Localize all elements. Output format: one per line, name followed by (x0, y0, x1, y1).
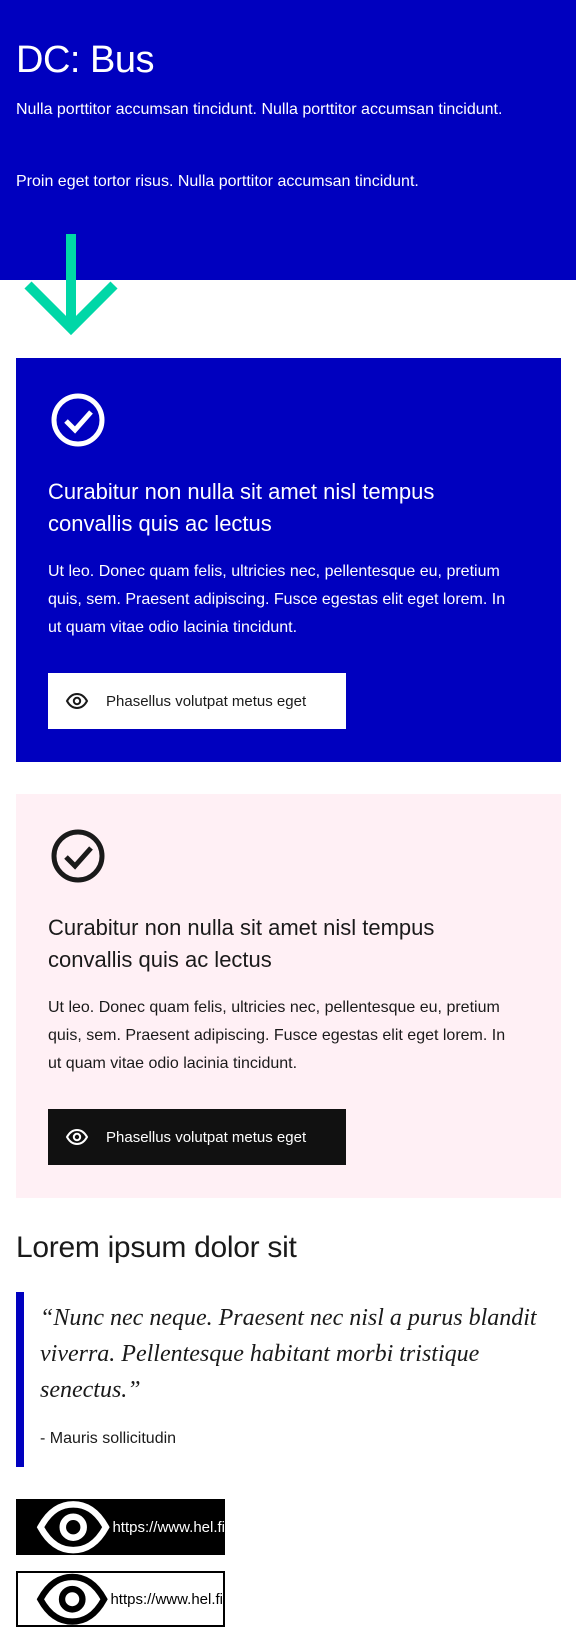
check-circle-icon (51, 829, 105, 883)
info-card-pink: Curabitur non nulla sit amet nisl tempus… (16, 794, 561, 1198)
hero-paragraph: Nulla porttitor accumsan tincidunt. Null… (16, 101, 503, 118)
check-circle-icon (51, 393, 105, 447)
card-action-button[interactable]: Phasellus volutpat metus eget (48, 1109, 346, 1165)
card-action-label: Phasellus volutpat metus eget (106, 692, 307, 710)
card-action-button[interactable]: Phasellus volutpat metus eget (48, 673, 346, 729)
quote-text: “Nunc nec neque. Praesent nec nisl a pur… (40, 1305, 537, 1403)
arrow-down-icon (24, 234, 118, 336)
card-body: Ut leo. Donec quam felis, ultricies nec,… (48, 999, 506, 1072)
eye-icon (36, 1573, 108, 1625)
info-card-blue: Curabitur non nulla sit amet nisl tempus… (16, 358, 561, 762)
card-title: Curabitur non nulla sit amet nisl tempus… (48, 915, 435, 972)
page-title: DC: Bus (16, 39, 154, 81)
quote-author: - Mauris sollicitudin (40, 1430, 177, 1447)
link-button-outline[interactable]: https://www.hel.fi (16, 1571, 225, 1627)
card-action-label: Phasellus volutpat metus eget (106, 1128, 307, 1146)
eye-icon (36, 1500, 110, 1554)
link-label: https://www.hel.fi (112, 1518, 225, 1536)
link-button-filled[interactable]: https://www.hel.fi (16, 1499, 225, 1555)
quote-block: “Nunc nec neque. Praesent nec nisl a pur… (16, 1292, 561, 1467)
eye-icon (65, 1128, 89, 1146)
quote-accent-bar (16, 1292, 24, 1467)
card-body: Ut leo. Donec quam felis, ultricies nec,… (48, 563, 506, 636)
section-heading: Lorem ipsum dolor sit (16, 1231, 297, 1264)
card-title: Curabitur non nulla sit amet nisl tempus… (48, 479, 435, 536)
eye-icon (65, 692, 89, 710)
link-label: https://www.hel.fi (110, 1590, 223, 1608)
hero-paragraph-secondary: Proin eget tortor risus. Nulla porttitor… (16, 173, 419, 190)
